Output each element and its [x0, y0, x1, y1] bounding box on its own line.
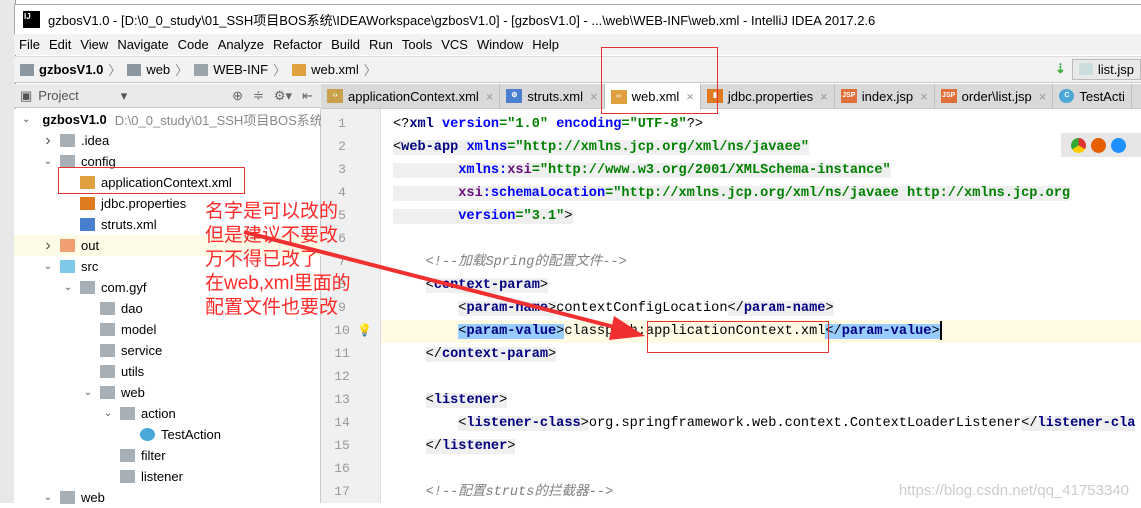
- annotation-arrow: [243, 230, 645, 340]
- watermark: https://blog.csdn.net/qq_41753340: [898, 482, 1129, 499]
- arrow-head: [609, 316, 645, 340]
- arrow-line: [243, 230, 627, 332]
